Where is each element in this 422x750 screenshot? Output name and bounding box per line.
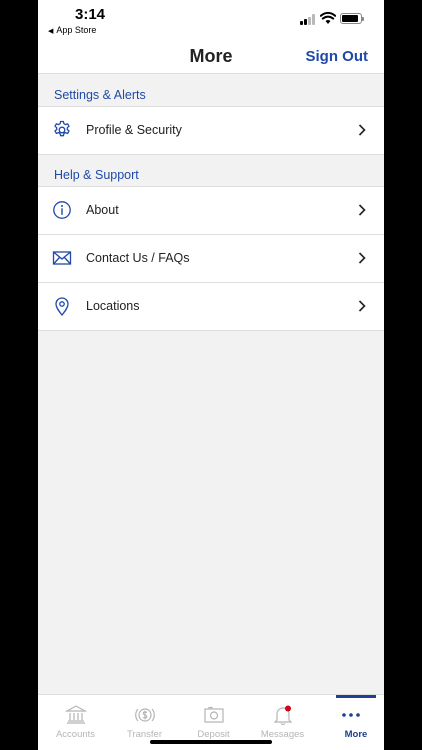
- cellular-signal-icon: [300, 13, 316, 25]
- status-bar: 3:14 ◀ App Store: [38, 0, 384, 40]
- sign-out-button[interactable]: Sign Out: [306, 48, 369, 65]
- tab-accounts[interactable]: Accounts: [41, 695, 110, 750]
- row-label: Locations: [86, 299, 140, 313]
- info-icon: [53, 201, 71, 219]
- phone-screen: 3:14 ◀ App Store More Sign Out Settings &…: [38, 0, 384, 750]
- back-triangle-icon: ◀: [48, 28, 54, 35]
- battery-icon: [340, 13, 364, 24]
- tab-label: Accounts: [55, 729, 96, 740]
- tab-label: More: [344, 729, 368, 740]
- chevron-right-icon: [358, 204, 366, 216]
- section-header-help-support: Help & Support: [38, 155, 384, 187]
- section-title: Settings & Alerts: [54, 88, 146, 102]
- row-contact-faqs[interactable]: Contact Us / FAQs: [38, 235, 384, 283]
- tab-label: Messages: [260, 729, 305, 740]
- unread-badge: [285, 705, 291, 712]
- chevron-right-icon: [358, 252, 366, 264]
- envelope-icon: [52, 251, 72, 265]
- section-title: Help & Support: [54, 168, 139, 182]
- row-about[interactable]: About: [38, 187, 384, 235]
- bell-icon: [273, 705, 293, 726]
- home-indicator[interactable]: [150, 740, 272, 744]
- transfer-dollar-icon: [135, 708, 155, 722]
- wifi-icon: [320, 11, 336, 24]
- row-profile-security[interactable]: Profile & Security: [38, 107, 384, 155]
- section-header-settings-alerts: Settings & Alerts: [38, 75, 384, 107]
- nav-bar: More Sign Out: [38, 40, 384, 74]
- tab-more[interactable]: More: [336, 695, 384, 750]
- more-dots-icon: [342, 713, 360, 717]
- location-pin-icon: [55, 297, 69, 316]
- tab-label: Transfer: [126, 729, 163, 740]
- status-time: 3:14: [75, 6, 106, 23]
- row-label: About: [86, 203, 119, 217]
- chevron-right-icon: [358, 124, 366, 136]
- row-label: Profile & Security: [86, 123, 182, 137]
- bank-icon: [65, 705, 87, 724]
- chevron-right-icon: [358, 300, 366, 312]
- gear-icon: [54, 120, 70, 137]
- back-app-label: App Store: [56, 25, 97, 35]
- tab-label: Deposit: [197, 729, 230, 740]
- back-to-app-link[interactable]: ◀ App Store: [48, 25, 96, 35]
- camera-icon: [204, 706, 224, 723]
- row-locations[interactable]: Locations: [38, 283, 384, 331]
- row-label: Contact Us / FAQs: [86, 251, 190, 265]
